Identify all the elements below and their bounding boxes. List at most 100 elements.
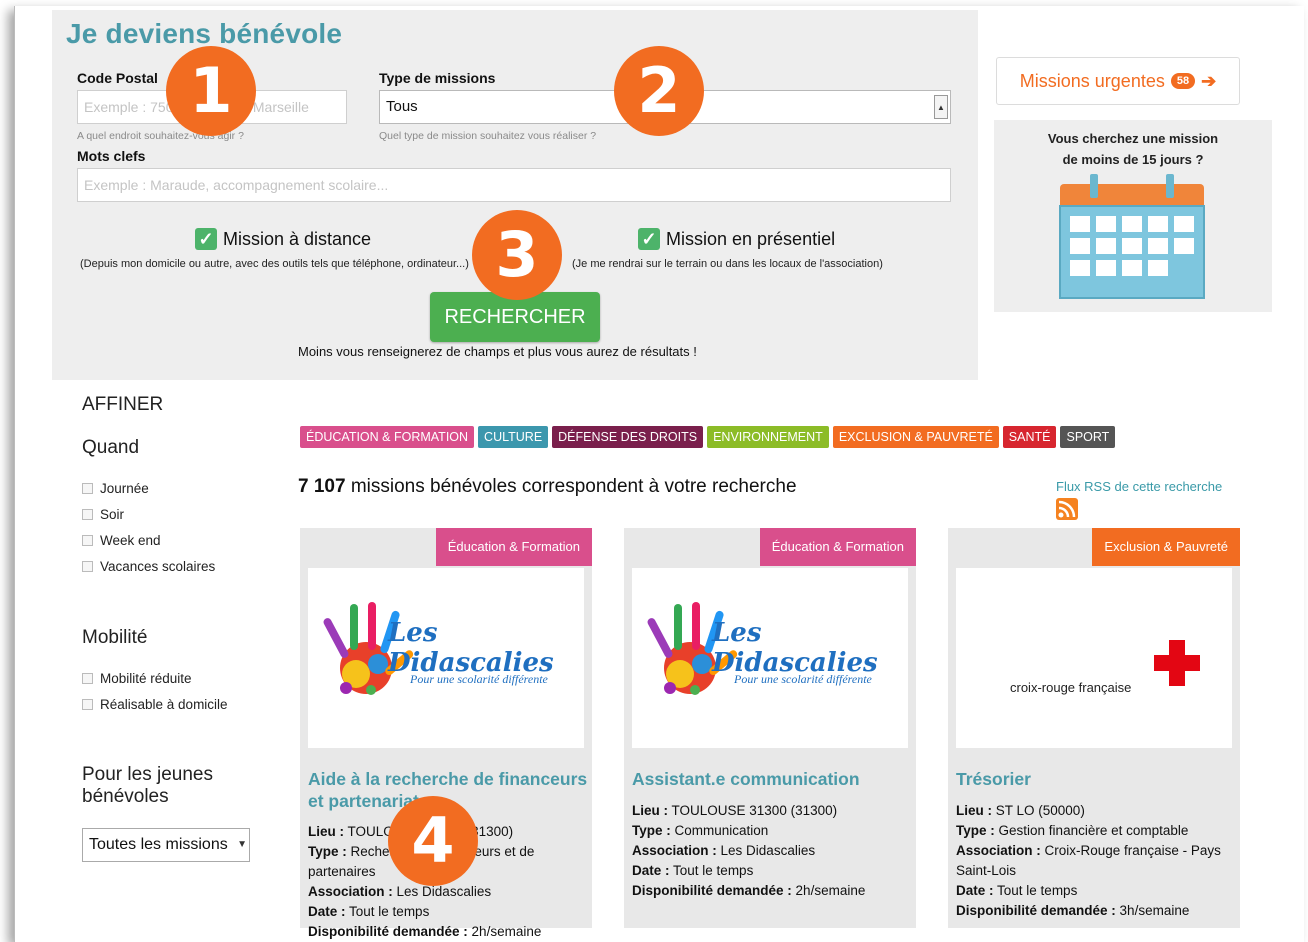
category-health[interactable]: SANTÉ (1002, 426, 1057, 448)
checkbox[interactable] (82, 509, 93, 520)
short-mission-promo[interactable]: Vous cherchez une mission de moins de 15… (994, 120, 1272, 312)
filter-label: Journée (100, 481, 149, 496)
mobility-title: Mobilité (82, 627, 148, 648)
label: Type : (308, 844, 347, 859)
category-exclusion[interactable]: EXCLUSION & PAUVRETÉ (832, 426, 999, 448)
card-category-tag: Éducation & Formation (435, 528, 592, 566)
card-availability: Disponibilité demandée : 3h/semaine (956, 901, 1236, 921)
rss-icon[interactable] (1056, 498, 1078, 520)
checkbox[interactable] (82, 483, 93, 494)
value: Tout le temps (349, 904, 430, 919)
keywords-label: Mots clefs (77, 148, 146, 164)
card-association: Association : Croix-Rouge française - Pa… (956, 841, 1236, 881)
filter-label: Vacances scolaires (100, 559, 216, 574)
value: Tout le temps (673, 863, 754, 878)
category-culture[interactable]: CULTURE (478, 426, 549, 448)
category-environment[interactable]: ENVIRONNEMENT (707, 426, 829, 448)
card-title[interactable]: Trésorier (956, 768, 1236, 790)
filter-reduced-mobility[interactable]: Mobilité réduite (82, 671, 192, 686)
org-logo-name: Les Didascalies (712, 618, 878, 678)
checkbox[interactable] (82, 561, 93, 572)
filter-label: Réalisable à domicile (100, 697, 228, 712)
category-rights[interactable]: DÉFENSE DES DROITS (552, 426, 704, 448)
card-title[interactable]: Assistant.e communication (632, 768, 912, 790)
remote-mission-checkbox[interactable]: ✓ Mission à distance (195, 228, 371, 250)
checkbox[interactable] (82, 673, 93, 684)
label: Date : (632, 863, 670, 878)
label: Disponibilité demandée : (956, 903, 1116, 918)
org-logo-tagline: Pour une scolarité différente (410, 672, 548, 686)
value: Gestion financière et comptable (998, 823, 1189, 838)
card-date: Date : Tout le temps (308, 902, 588, 922)
refine-title: AFFINER (82, 394, 164, 415)
label: Association : (308, 884, 393, 899)
arrow-right-icon: ➔ (1201, 70, 1217, 91)
onsite-mission-checkbox[interactable]: ✓ Mission en présentiel (638, 228, 835, 250)
label: Type : (632, 823, 671, 838)
urgent-count-badge: 58 (1170, 73, 1196, 89)
calendar-icon (1059, 174, 1205, 299)
card-date: Date : Tout le temps (956, 881, 1236, 901)
caret-down-icon: ▼ (237, 839, 247, 850)
keywords-input[interactable]: Exemple : Maraude, accompagnement scolai… (77, 168, 951, 202)
promo-text-line-2: de moins de 15 jours ? (1062, 152, 1204, 167)
young-title-line-1: Pour les jeunes (82, 764, 213, 785)
annotation-badge-1: 1 (166, 46, 256, 136)
card-association: Association : Les Didascalies (632, 841, 912, 861)
category-education[interactable]: ÉDUCATION & FORMATION (300, 426, 475, 448)
value: 3h/semaine (1119, 903, 1190, 918)
results-text: missions bénévoles correspondent à votre… (350, 476, 797, 497)
filter-day[interactable]: Journée (82, 481, 149, 496)
filter-home[interactable]: Réalisable à domicile (82, 697, 228, 712)
young-select-value: Toutes les missions (89, 836, 228, 853)
urgent-missions-label: Missions urgentes (1019, 70, 1165, 91)
remote-mission-hint: (Depuis mon domicile ou autre, avec des … (80, 258, 469, 270)
label: Association : (632, 843, 717, 858)
card-location: Lieu : TOULOUSE 31300 (31300) (632, 801, 912, 821)
label: Lieu : (308, 824, 344, 839)
mission-type-label: Type de missions (379, 70, 496, 86)
label: Disponibilité demandée : (632, 883, 792, 898)
annotation-badge-2: 2 (614, 46, 704, 136)
onsite-mission-label: Mission en présentiel (666, 228, 836, 249)
category-sport[interactable]: SPORT (1060, 426, 1116, 448)
filter-weekend[interactable]: Week end (82, 533, 161, 548)
card-date: Date : Tout le temps (632, 861, 912, 881)
checkmark-icon: ✓ (638, 228, 660, 250)
org-logo: Les Didascalies Pour une scolarité diffé… (632, 568, 908, 748)
postal-code-label: Code Postal (77, 70, 158, 86)
org-logo-name: croix-rouge française (1010, 680, 1132, 695)
card-category-tag: Exclusion & Pauvreté (1092, 528, 1240, 566)
rss-link[interactable]: Flux RSS de cette recherche (1056, 479, 1222, 494)
category-filters: ÉDUCATION & FORMATION CULTURE DÉFENSE DE… (300, 426, 1116, 448)
org-logo: croix-rouge française (956, 568, 1232, 748)
org-logo-name: Les Didascalies (388, 618, 554, 678)
results-count: 7 107 missions bénévoles correspondent à… (298, 476, 797, 498)
filter-label: Soir (100, 507, 125, 522)
label: Type : (956, 823, 995, 838)
checkbox[interactable] (82, 535, 93, 546)
select-arrow-icon: ▲ (934, 95, 948, 119)
young-volunteers-title: Pour les jeunes bénévoles (82, 764, 213, 808)
young-title-line-2: bénévoles (82, 786, 169, 807)
promo-text-line-1: Vous cherchez une mission (1047, 131, 1219, 146)
checkbox[interactable] (82, 699, 93, 710)
value: ST LO (50000) (995, 803, 1085, 818)
mission-card[interactable]: Exclusion & Pauvreté croix-rouge françai… (948, 528, 1240, 928)
remote-mission-label: Mission à distance (223, 228, 372, 249)
value: 2h/semaine (795, 883, 866, 898)
young-missions-select[interactable]: Toutes les missions ▼ (82, 828, 250, 862)
red-cross-icon (1154, 640, 1200, 686)
mission-card[interactable]: Éducation & Formation Les Didascalies Po… (624, 528, 916, 928)
urgent-missions-button[interactable]: Missions urgentes 58 ➔ (996, 57, 1240, 105)
value: Les Didascalies (396, 884, 492, 899)
card-details: Lieu : TOULOUSE 31300 (31300) Type : Com… (632, 801, 912, 901)
label: Disponibilité demandée : (308, 924, 468, 939)
org-logo: Les Didascalies Pour une scolarité diffé… (308, 568, 584, 748)
value: TOULOUSE 31300 (31300) (671, 803, 838, 818)
filter-school-holidays[interactable]: Vacances scolaires (82, 559, 215, 574)
value: 2h/semaine (471, 924, 542, 939)
filter-evening[interactable]: Soir (82, 507, 124, 522)
card-location: Lieu : ST LO (50000) (956, 801, 1236, 821)
label: Lieu : (956, 803, 992, 818)
